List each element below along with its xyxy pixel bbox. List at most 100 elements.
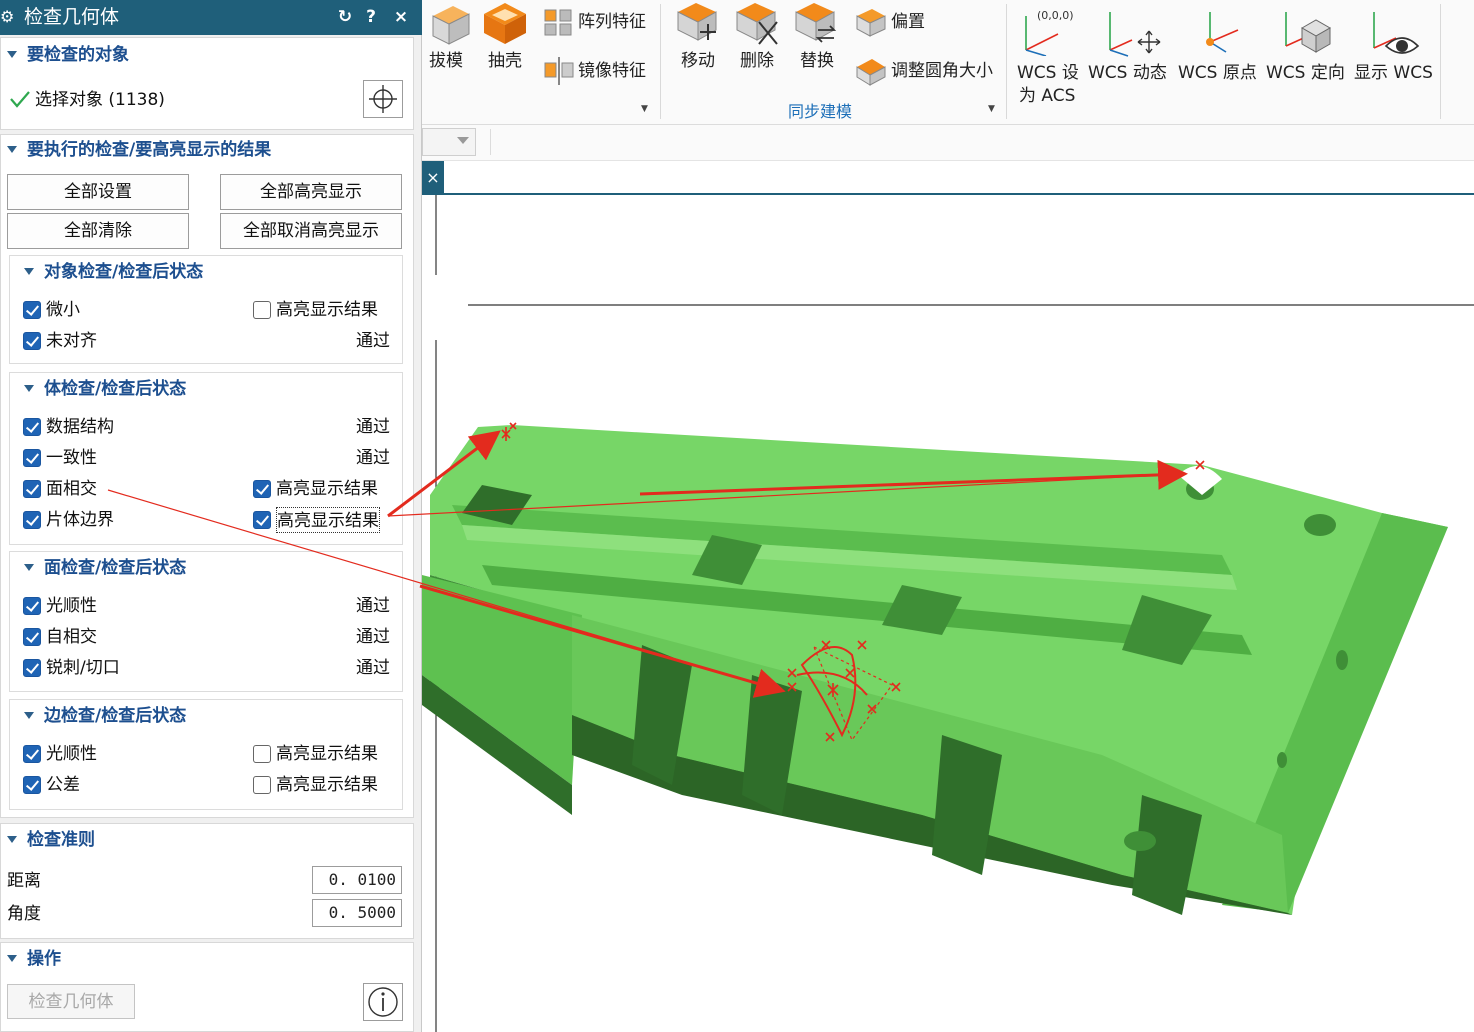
tiny-highlight-checkbox[interactable] — [253, 301, 271, 319]
shell-label[interactable]: 抽壳 — [488, 50, 522, 72]
consistency-status: 通过 — [356, 448, 390, 468]
tolerance-highlight-checkbox[interactable] — [253, 776, 271, 794]
wcs-orient-label[interactable]: WCS 定向 — [1266, 62, 1345, 84]
tolerance-highlight-label: 高亮显示结果 — [276, 775, 378, 795]
criteria-section-header[interactable]: 检查准则 — [1, 827, 95, 853]
checks-section: 要执行的检查/要高亮显示的结果 全部设置 全部高亮显示 全部清除 全部取消高亮显… — [0, 134, 414, 818]
object-checks-group: 对象检查/检查后状态 微小 高亮显示结果 未对齐 通过 — [9, 255, 403, 364]
tiny-label: 微小 — [46, 300, 80, 320]
sheet-boundary-highlight-label: 高亮显示结果 — [276, 507, 380, 533]
feature-group-expand-icon[interactable]: ▼ — [641, 104, 648, 114]
wcs-dynamic-icon — [1109, 12, 1161, 57]
operation-section-title: 操作 — [27, 949, 61, 969]
delete-label[interactable]: 删除 — [740, 50, 774, 72]
show-wcs-label[interactable]: 显示 WCS — [1354, 62, 1433, 84]
edge-checks-header[interactable]: 边检查/检查后状态 — [18, 703, 186, 729]
edge-smoothness-checkbox[interactable] — [23, 745, 41, 763]
wcs-dynamic-label[interactable]: WCS 动态 — [1088, 62, 1167, 84]
gear-icon[interactable]: ⚙ — [0, 7, 14, 27]
sync-group-expand-icon[interactable]: ▼ — [988, 104, 995, 114]
resize-blend-icon — [856, 59, 886, 86]
consistency-checkbox[interactable] — [23, 449, 41, 467]
self-intersection-label: 自相交 — [46, 627, 97, 647]
offset-label[interactable]: 偏置 — [891, 11, 925, 33]
object-checks-title: 对象检查/检查后状态 — [44, 262, 204, 282]
sync-modeling-group-label: 同步建模 — [788, 102, 853, 121]
sheet-boundary-label: 片体边界 — [46, 510, 114, 530]
edge-checks-title: 边检查/检查后状态 — [44, 706, 187, 726]
checks-section-title: 要执行的检查/要高亮显示的结果 — [27, 140, 272, 160]
highlight-all-button[interactable]: 全部高亮显示 — [220, 174, 402, 210]
help-button[interactable]: ? — [360, 6, 382, 28]
unhighlight-all-button[interactable]: 全部取消高亮显示 — [220, 213, 402, 249]
green-solid-body[interactable] — [422, 425, 1448, 915]
tiny-highlight-label: 高亮显示结果 — [276, 300, 378, 320]
spike-notch-checkbox[interactable] — [23, 659, 41, 677]
face-smoothness-checkbox[interactable] — [23, 597, 41, 615]
data-structure-checkbox[interactable] — [23, 418, 41, 436]
select-object-label[interactable]: 选择对象 (1138) — [35, 87, 165, 113]
mirror-feature-icon — [544, 57, 574, 85]
angle-field[interactable]: 0. 5000 — [312, 899, 402, 927]
info-button[interactable] — [363, 983, 403, 1021]
reset-icon[interactable]: ↻ — [334, 6, 356, 28]
tolerance-checkbox[interactable] — [23, 776, 41, 794]
tab-close-button[interactable]: × — [422, 161, 444, 195]
face-intersection-checkbox[interactable] — [23, 480, 41, 498]
replace-label[interactable]: 替换 — [800, 50, 834, 72]
clear-all-button[interactable]: 全部清除 — [7, 213, 189, 249]
edge-smoothness-label: 光顺性 — [46, 744, 97, 764]
body-checks-title: 体检查/检查后状态 — [44, 379, 187, 399]
edge-checks-group: 边检查/检查后状态 光顺性 高亮显示结果 公差 高亮显示结果 — [9, 699, 403, 810]
objects-section-header[interactable]: 要检查的对象 — [1, 42, 129, 68]
sheet-boundary-highlight-checkbox[interactable] — [253, 511, 271, 529]
self-intersection-checkbox[interactable] — [23, 628, 41, 646]
close-button[interactable]: × — [390, 6, 412, 28]
misaligned-checkbox[interactable] — [23, 332, 41, 350]
check-geometry-button[interactable]: 检查几何体 — [7, 984, 135, 1019]
wcs-set-acs-label-line1[interactable]: WCS 设 — [1017, 62, 1079, 84]
edge-smoothness-highlight-checkbox[interactable] — [253, 745, 271, 763]
distance-field[interactable]: 0. 0100 — [312, 866, 402, 894]
shell-icon — [484, 3, 526, 44]
chevron-down-icon — [457, 137, 469, 144]
ribbon-separator — [660, 4, 661, 119]
self-intersection-status: 通过 — [356, 627, 390, 647]
criteria-section: 检查准则 距离 0. 0100 角度 0. 5000 — [0, 823, 414, 939]
body-checks-group: 体检查/检查后状态 数据结构 通过 一致性 通过 面相交 高亮显示结果 片体边界… — [9, 372, 403, 545]
face-checks-group: 面检查/检查后状态 光顺性 通过 自相交 通过 锐刺/切口 通过 — [9, 551, 403, 692]
operation-section-header[interactable]: 操作 — [1, 946, 61, 972]
face-checks-header[interactable]: 面检查/检查后状态 — [18, 555, 186, 581]
edge-smoothness-highlight-label: 高亮显示结果 — [276, 744, 378, 764]
mirror-feature-label[interactable]: 镜像特征 — [578, 60, 646, 82]
body-checks-header[interactable]: 体检查/检查后状态 — [18, 376, 186, 402]
pattern-feature-label[interactable]: 阵列特征 — [578, 11, 646, 33]
data-structure-status: 通过 — [356, 417, 390, 437]
resize-blend-label[interactable]: 调整圆角大小 — [891, 60, 993, 82]
draft-label[interactable]: 拔模 — [429, 50, 463, 72]
object-checks-header[interactable]: 对象检查/检查后状态 — [18, 259, 203, 285]
delete-icon — [736, 3, 778, 45]
face-intersection-highlight-checkbox[interactable] — [253, 480, 271, 498]
select-object-button[interactable] — [363, 80, 403, 118]
toolbar-divider — [490, 129, 491, 155]
info-icon — [368, 987, 398, 1017]
filter-dropdown[interactable] — [422, 128, 476, 156]
graphics-viewport[interactable] — [422, 195, 1474, 1032]
angle-label: 角度 — [7, 904, 41, 924]
ribbon-separator — [1006, 4, 1007, 119]
checks-section-header[interactable]: 要执行的检查/要高亮显示的结果 — [1, 137, 271, 163]
face-smoothness-label: 光顺性 — [46, 596, 97, 616]
operation-section: 操作 检查几何体 — [0, 942, 414, 1032]
wcs-orient-icon — [1285, 12, 1332, 53]
wcs-set-acs-label-line2[interactable]: 为 ACS — [1019, 85, 1075, 107]
sheet-boundary-checkbox[interactable] — [23, 511, 41, 529]
dialog-title: 检查几何体 — [24, 6, 120, 28]
tiny-checkbox[interactable] — [23, 301, 41, 319]
wcs-origin-icon — [1206, 12, 1239, 53]
tolerance-label: 公差 — [46, 775, 80, 795]
set-all-button[interactable]: 全部设置 — [7, 174, 189, 210]
checkmark-icon — [10, 91, 30, 108]
move-label[interactable]: 移动 — [681, 50, 715, 72]
wcs-origin-label[interactable]: WCS 原点 — [1178, 62, 1257, 84]
